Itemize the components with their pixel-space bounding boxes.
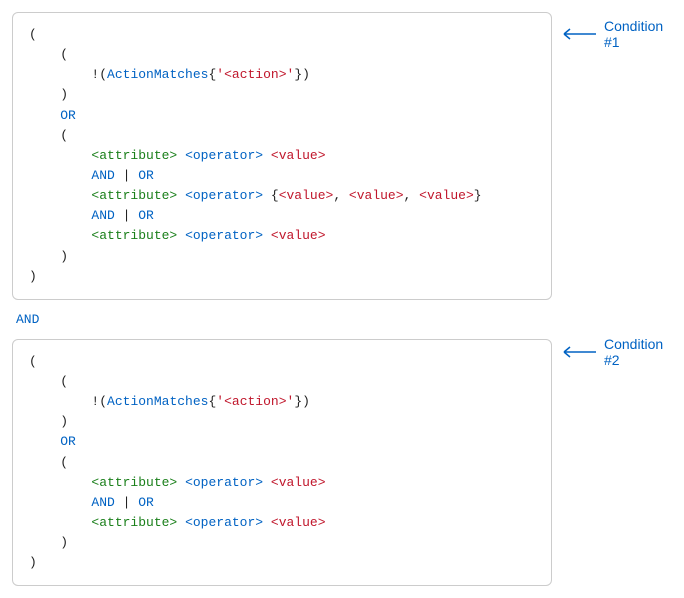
callout-label: Condition #2 [604,336,672,368]
code-line: ) [29,533,535,553]
paren-open: ( [29,27,37,42]
code-line: <attribute> <operator> <value> [29,146,535,166]
action-placeholder: <action> [224,394,286,409]
code-line: ) [29,247,535,267]
or-keyword: OR [60,108,76,123]
paren-open: ( [60,47,68,62]
attribute-placeholder: <attribute> [91,188,177,203]
action-matches: ActionMatches [107,394,208,409]
value-placeholder: <value> [271,475,326,490]
comma: , [404,188,420,203]
operator-placeholder: <operator> [185,148,263,163]
or-keyword: OR [60,434,76,449]
paren-close: ) [302,67,310,82]
value-placeholder: <value> [271,515,326,530]
brace-close: } [294,394,302,409]
paren-close: ) [60,87,68,102]
operator-placeholder: <operator> [185,475,263,490]
paren-open: ( [99,394,107,409]
code-line: AND | OR [29,493,535,513]
and-between: AND [12,300,672,339]
paren-close: ) [60,535,68,550]
code-line: ) [29,267,535,287]
paren-close: ) [60,414,68,429]
arrow-left-icon [560,346,596,358]
paren-open: ( [99,67,107,82]
code-line: <attribute> <operator> <value> [29,226,535,246]
pipe: | [115,168,138,183]
quote: ' [216,67,224,82]
quote: ' [216,394,224,409]
action-placeholder: <action> [224,67,286,82]
code-line: ( [29,372,535,392]
pipe: | [115,208,138,223]
and-keyword: AND [91,168,114,183]
paren-open: ( [29,354,37,369]
code-line: ) [29,553,535,573]
code-line: ) [29,412,535,432]
code-line: ( [29,352,535,372]
code-line: OR [29,106,535,126]
attribute-placeholder: <attribute> [91,475,177,490]
paren-close: ) [29,555,37,570]
code-line: <attribute> <operator> {<value>, <value>… [29,186,535,206]
value-placeholder: <value> [271,148,326,163]
brace-close: } [294,67,302,82]
code-line: ) [29,85,535,105]
paren-open: ( [60,374,68,389]
value-placeholder: <value> [279,188,334,203]
code-line: OR [29,432,535,452]
paren-open: ( [60,128,68,143]
code-line: !(ActionMatches{'<action>'}) [29,65,535,85]
and-keyword: AND [91,208,114,223]
arrow-left-icon [560,28,596,40]
paren-close: ) [60,249,68,264]
code-line: <attribute> <operator> <value> [29,473,535,493]
operator-placeholder: <operator> [185,188,263,203]
value-placeholder: <value> [349,188,404,203]
paren-open: ( [60,455,68,470]
code-line: ( [29,126,535,146]
code-line: ( [29,25,535,45]
paren-close: ) [302,394,310,409]
and-keyword: AND [91,495,114,510]
brace-close: } [474,188,482,203]
code-line: AND | OR [29,166,535,186]
value-placeholder: <value> [419,188,474,203]
code-line: <attribute> <operator> <value> [29,513,535,533]
operator-placeholder: <operator> [185,228,263,243]
attribute-placeholder: <attribute> [91,148,177,163]
or-keyword: OR [138,208,154,223]
attribute-placeholder: <attribute> [91,515,177,530]
attribute-placeholder: <attribute> [91,228,177,243]
comma: , [333,188,349,203]
condition-2-box: ( ( !(ActionMatches{'<action>'}) ) OR ( … [12,339,552,587]
value-placeholder: <value> [271,228,326,243]
callout-label: Condition #1 [604,18,672,50]
callout-condition-1: Condition #1 [560,18,672,50]
code-line: AND | OR [29,206,535,226]
callout-condition-2: Condition #2 [560,336,672,368]
action-matches: ActionMatches [107,67,208,82]
condition-1-box: ( ( !(ActionMatches{'<action>'}) ) OR ( … [12,12,552,300]
code-line: ( [29,453,535,473]
pipe: | [115,495,138,510]
paren-close: ) [29,269,37,284]
or-keyword: OR [138,168,154,183]
brace-open: { [271,188,279,203]
or-keyword: OR [138,495,154,510]
operator-placeholder: <operator> [185,515,263,530]
code-line: ( [29,45,535,65]
code-line: !(ActionMatches{'<action>'}) [29,392,535,412]
